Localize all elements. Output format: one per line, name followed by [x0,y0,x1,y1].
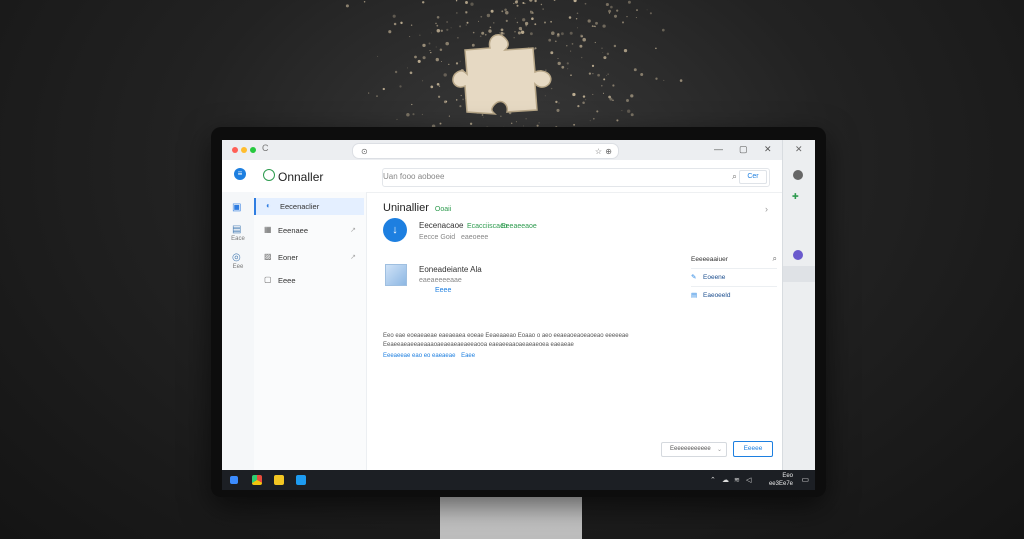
edit-icon: ✎ [691,274,697,281]
sidebar-item-label: Eeenaee [278,226,309,235]
chevron-up-icon[interactable]: ⌃ [710,476,716,484]
volume-icon[interactable]: ◁ [746,476,751,484]
folder-icon: ▨ [264,252,272,261]
panel-item-label: Eoeene [703,274,726,281]
package-name: Eoneadeiante Ala [419,265,482,274]
home-icon[interactable]: ▣ [232,202,241,213]
file-icon: ▢ [264,275,272,284]
sidebar-item-manage[interactable]: ▦ Eeenaee ↗ [254,222,362,239]
address-bar[interactable]: ⊙ ☆ ⊕ [352,143,619,159]
notification-icon[interactable]: ▭ [801,475,809,484]
chrome-icon[interactable] [252,475,262,485]
maximize-button[interactable]: ▢ [739,144,748,155]
sidebar-item-label: Eeee [278,276,296,285]
description-text: Eeeaeeae eao eo eaeaeae [383,353,456,359]
primary-button[interactable]: Eeeee [733,441,773,457]
rail-label[interactable]: Eee [226,264,250,270]
icon-rail: ▣ ▤ Eace ◎ Eee [222,192,255,470]
status-badge: Ooaii [434,206,452,213]
sidebar: ◐ Eecenaclier ▦ Eeenaee ↗ ▨ Eoner ↗ ▢ Ee… [254,192,367,470]
sidebar-item-owner[interactable]: ▨ Eoner ↗ [254,249,362,266]
start-icon[interactable] [230,476,238,484]
extension-icon[interactable]: ⊕ [605,147,612,156]
side-highlight [783,266,815,282]
files-icon[interactable] [274,475,284,485]
description-link-line: Eeeaeeae eao eo eaeaeae Eaee [383,352,673,361]
clock-time: Eeo [782,473,793,479]
grid-icon: ▦ [264,225,272,234]
sidebar-item-label: Eecenaclier [280,202,320,211]
panel-item[interactable]: ✎ Eoeene [691,268,777,285]
app-title: Onnaller [278,170,324,184]
list-icon: ▤ [691,292,698,299]
browser-titlebar: C ⊙ ☆ ⊕ — ▢ ✕ [222,140,782,161]
search-input[interactable]: Uan fooo aoboee ⌕ Cer [382,168,770,187]
package-sub: eaeaeeeeaae [419,277,462,284]
menu-icon[interactable]: ≡ [234,168,246,180]
search-icon[interactable]: ⌕ [773,254,777,264]
star-icon[interactable]: ☆ [595,147,602,156]
extension-name: Eecenacaoe [419,221,464,230]
settings-icon[interactable]: ◎ [232,252,241,263]
avatar[interactable] [793,170,803,180]
uninstall-icon: ◐ [266,201,271,210]
extension-logo: ↓ [383,218,407,242]
uninstaller-app: ≡ Onnaller Uan fooo aoboee ⌕ Cer ▣ ▤ Eac… [222,160,782,470]
wifi-icon[interactable]: ≋ [734,476,740,484]
panel-item[interactable]: ▤ Eaeoeeld [691,286,777,303]
panel-item-label: Eaeoeeld [703,292,731,299]
sidebar-item-label: Eoner [278,253,299,262]
button-label: Eeeeeeeeeeee [670,446,711,452]
page-title-text: Uninallier [383,202,429,214]
package-icon [385,264,407,286]
profile-icon[interactable] [793,250,803,260]
description-line: Eeaeeaeaeeaeaaaoaeaeaeaeaeeaooa eaeaeeaa… [383,342,574,348]
side-strip: ✕ ✚ [782,140,815,470]
sidebar-item-uninstaller[interactable]: ◐ Eecenaclier [254,198,364,215]
package-link[interactable]: Eeee [435,287,451,294]
rail-label[interactable]: Eace [226,236,250,242]
search-button[interactable]: Cer [739,170,767,184]
apps-icon[interactable]: ▤ [232,224,241,235]
minimize-dot[interactable] [241,147,247,153]
taskbar: ⌃ ☁ ≋ ◁ Eeo ee3Ee7e ▭ [222,470,815,490]
page-title: Uninallier Ooaii [383,202,451,214]
store-icon[interactable] [296,475,306,485]
extension-tag[interactable]: Eeeaeeaoe [501,223,537,230]
minimize-button[interactable]: — [714,144,723,154]
logo-icon [263,169,275,181]
search-icon[interactable]: ⌕ [732,171,737,182]
chevron-right-icon[interactable]: › [765,204,768,214]
search-placeholder: Uan fooo aoboee [383,172,445,181]
panel-header: Eeeeeaaiuer [691,256,728,263]
sidebar-item-other[interactable]: ▢ Eeee [254,272,362,289]
main-content: Uninallier Ooaii › ↓ Eecenacaoe Ecacciis… [367,192,782,470]
external-icon: ↗ [350,227,356,234]
lock-icon: ⊙ [361,147,368,156]
extension-meta: eaeoeee [461,234,489,241]
chevron-down-icon: ⌄ [716,447,722,453]
close-button[interactable]: ✕ [764,144,772,155]
monitor-stand [440,495,582,539]
close-icon[interactable]: ✕ [795,144,803,155]
external-icon: ↗ [350,254,356,261]
puzzle-icon[interactable]: ✚ [792,192,799,201]
reload-icon[interactable]: C [262,143,269,153]
learn-more-link[interactable]: Eaee [461,353,475,359]
action-panel: Eeeeeaaiuer ⌕ ✎ Eoeene ▤ Eaeoeeld [689,254,779,324]
screen: C ⊙ ☆ ⊕ — ▢ ✕ ✕ ✚ ≡ Onnaller Uan fooo ao… [222,140,815,490]
app-header: ≡ Onnaller Uan fooo aoboee ⌕ Cer [222,160,782,193]
puzzle-piece-icon [452,34,552,115]
clock-date: ee3Ee7e [768,481,793,487]
description-line: Eeo eae eoeaeaeae eaeaeaea eoeae Eeaeaae… [383,333,629,339]
clock[interactable]: Eeo ee3Ee7e [769,472,793,488]
maximize-dot[interactable] [250,147,256,153]
close-dot[interactable] [232,147,238,153]
secondary-select-button[interactable]: Eeeeeeeeeeee ⌄ [661,442,727,457]
network-icon[interactable]: ☁ [722,476,729,484]
extension-meta: Eecce Goid [419,234,456,241]
